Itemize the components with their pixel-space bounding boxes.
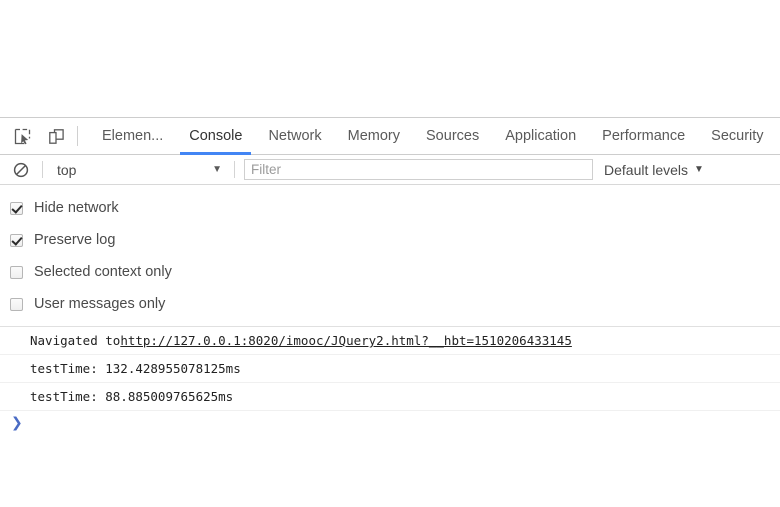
navigated-url-link[interactable]: http://127.0.0.1:8020/imooc/JQuery2.html… <box>120 331 572 350</box>
checkbox-preserve-log[interactable] <box>10 233 23 247</box>
setting-selected-context-only-label: Selected context only <box>34 264 172 280</box>
console-filterbar: top ▼ Default levels ▼ <box>0 155 780 185</box>
page-content-area <box>0 0 780 117</box>
log-text: testTime: 88.885009765625ms <box>30 389 234 404</box>
clear-console-icon[interactable] <box>8 157 34 183</box>
checkbox-user-messages-only[interactable] <box>10 297 23 311</box>
setting-preserve-log-label: Preserve log <box>34 232 116 248</box>
setting-user-messages-only-label: User messages only <box>34 296 166 312</box>
tab-security[interactable]: Security <box>698 118 776 154</box>
console-message-log-2: testTime: 88.885009765625ms <box>0 383 780 411</box>
setting-hide-network-label: Hide network <box>34 200 119 216</box>
console-prompt-row[interactable]: ❯ <box>0 411 780 437</box>
log-levels-value: Default levels <box>604 161 689 178</box>
tab-elements[interactable]: Elemen... <box>89 118 176 154</box>
devtools-tabstrip: Elemen... Console Network Memory Sources… <box>0 118 780 155</box>
devtools-panel: Elemen... Console Network Memory Sources… <box>0 117 780 507</box>
devtools-tabs: Elemen... Console Network Memory Sources… <box>89 118 777 155</box>
log-levels-selector[interactable]: Default levels ▼ <box>604 162 704 178</box>
inspect-element-icon[interactable] <box>9 123 36 149</box>
checkbox-selected-context-only[interactable] <box>10 265 23 279</box>
tab-memory-label: Memory <box>347 128 401 144</box>
tab-network[interactable]: Network <box>255 118 334 154</box>
execution-context-selector[interactable]: top ▼ <box>51 162 226 178</box>
prompt-chevron-icon: ❯ <box>11 415 23 431</box>
tab-console-label: Console <box>189 128 243 144</box>
filter-input[interactable] <box>244 159 593 180</box>
console-settings-panel: Hide network Preserve log Selected conte… <box>0 185 780 327</box>
tab-network-label: Network <box>268 128 322 144</box>
tab-performance[interactable]: Performance <box>589 118 698 154</box>
tab-performance-label: Performance <box>602 128 686 144</box>
tab-console[interactable]: Console <box>176 118 255 155</box>
tab-sources[interactable]: Sources <box>413 118 492 154</box>
setting-selected-context-only[interactable]: Selected context only <box>0 256 780 288</box>
filterbar-divider-2 <box>234 161 235 178</box>
toolbar-divider <box>77 126 78 146</box>
device-toolbar-icon[interactable] <box>43 123 70 149</box>
tab-elements-label: Elemen... <box>102 128 164 144</box>
setting-user-messages-only[interactable]: User messages only <box>0 288 780 320</box>
setting-hide-network[interactable]: Hide network <box>0 192 780 224</box>
tab-memory[interactable]: Memory <box>335 118 413 154</box>
console-message-log-1: testTime: 132.428955078125ms <box>0 355 780 383</box>
log-text: testTime: 132.428955078125ms <box>30 361 241 376</box>
execution-context-value: top <box>57 161 77 178</box>
checkbox-hide-network[interactable] <box>10 201 23 215</box>
navigation-prefix: Navigated to <box>30 333 121 348</box>
chevron-down-icon: ▼ <box>694 164 704 175</box>
filterbar-divider-1 <box>42 161 43 178</box>
console-prompt-input[interactable] <box>23 415 780 431</box>
console-empty-space <box>0 437 780 507</box>
console-message-list: Navigated to http://127.0.0.1:8020/imooc… <box>0 327 780 507</box>
devtools-tool-icons <box>0 118 70 154</box>
chevron-down-icon: ▼ <box>212 164 222 175</box>
tab-application-label: Application <box>505 128 577 144</box>
tab-application[interactable]: Application <box>492 118 589 154</box>
setting-preserve-log[interactable]: Preserve log <box>0 224 780 256</box>
tab-sources-label: Sources <box>426 128 480 144</box>
tab-security-label: Security <box>711 128 764 144</box>
console-message-navigation: Navigated to http://127.0.0.1:8020/imooc… <box>0 327 780 355</box>
